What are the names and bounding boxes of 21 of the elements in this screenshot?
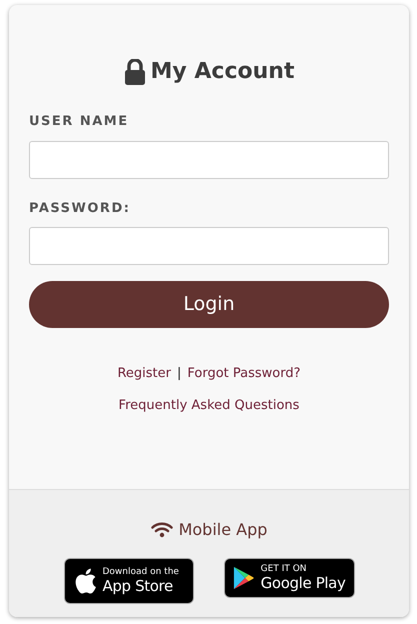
field-label: PASSWORD: <box>29 200 132 218</box>
register-link[interactable]: Register <box>117 364 171 384</box>
wifi-icon <box>150 522 173 538</box>
store-badge[interactable]: GET IT ON Google Play <box>224 558 354 598</box>
input-field[interactable] <box>29 140 389 178</box>
badge-caption: Download on the <box>102 568 179 577</box>
lock-icon <box>124 58 146 84</box>
play-triangle-icon <box>232 565 255 591</box>
faq-link[interactable]: Frequently Asked Questions <box>118 396 300 415</box>
badge-caption: GET IT ON <box>260 565 307 574</box>
apple-icon <box>72 567 96 595</box>
field-label: USER NAME <box>29 113 130 131</box>
separator: | <box>177 365 182 383</box>
login-button[interactable]: Login <box>29 281 389 328</box>
badge-title: App Store <box>102 579 173 594</box>
input-field[interactable] <box>29 227 389 265</box>
section-title: Mobile App <box>178 519 268 541</box>
store-badge[interactable]: Download on the App Store <box>64 558 194 604</box>
forgot-password-link[interactable]: Forgot Password? <box>187 364 301 384</box>
badge-title: Google Play <box>260 576 346 591</box>
page-title: My Account <box>150 58 294 86</box>
